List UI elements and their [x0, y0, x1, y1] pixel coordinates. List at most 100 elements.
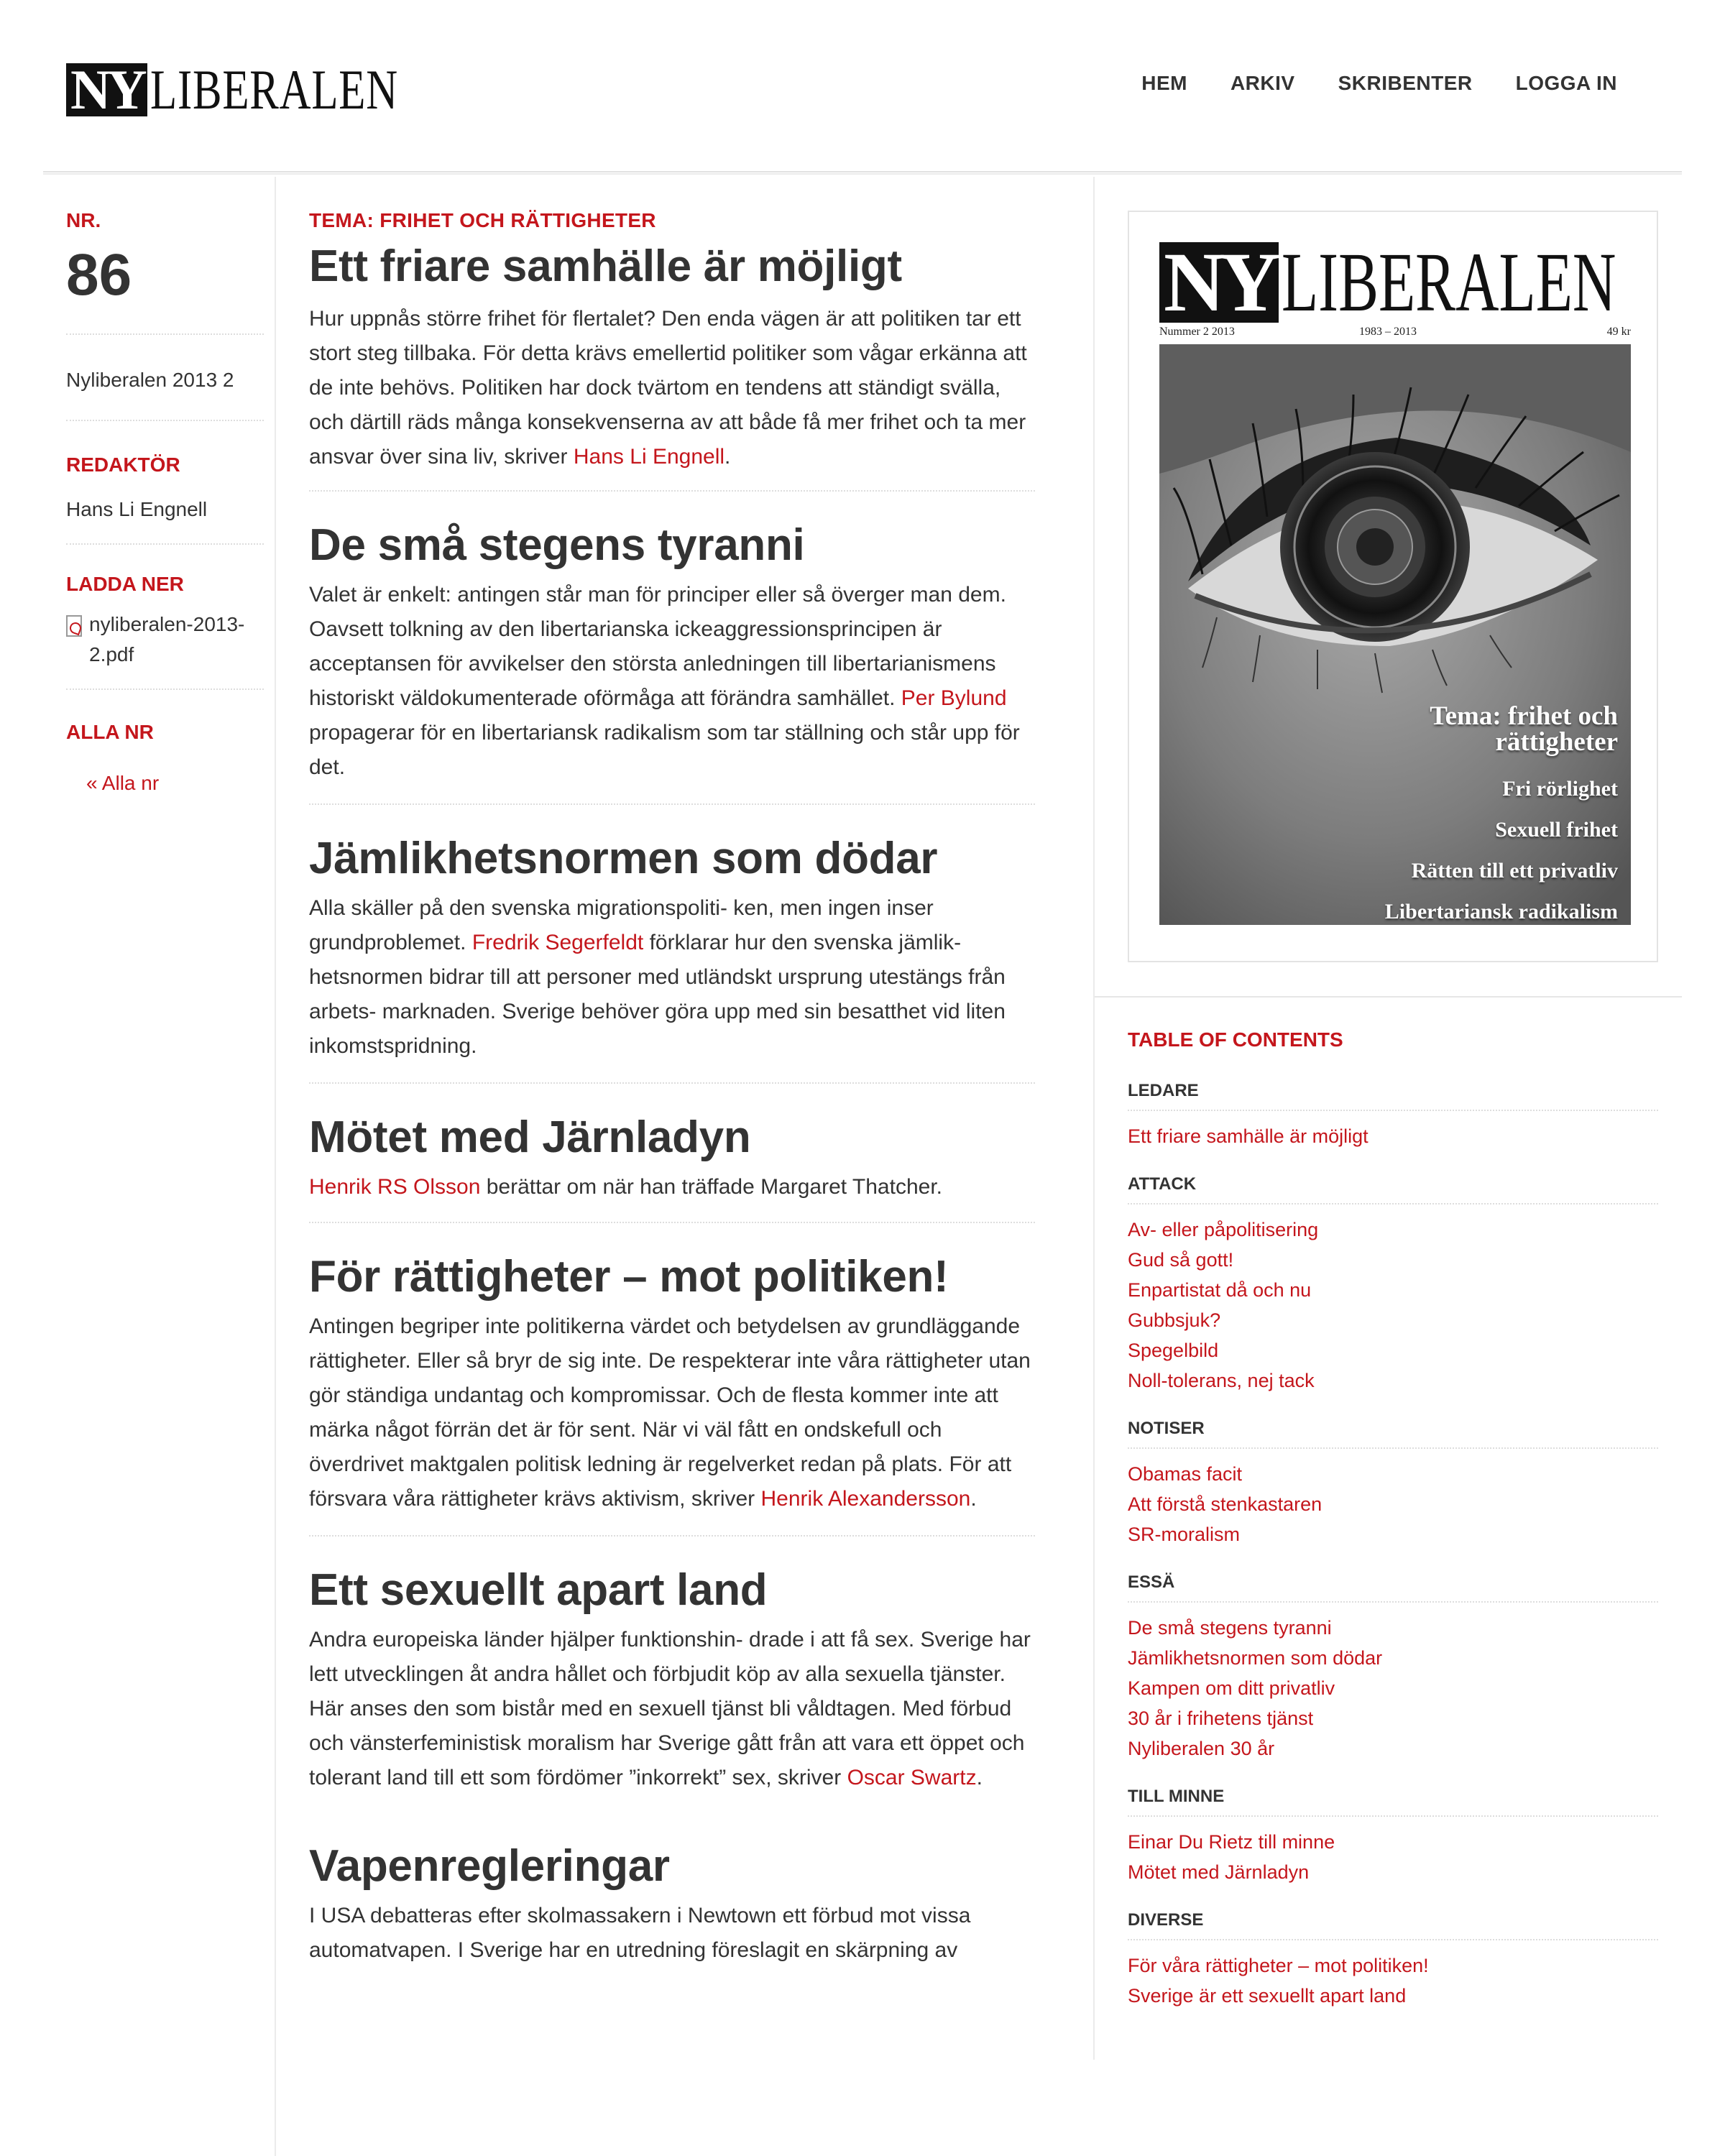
- toc-link[interactable]: Einar Du Rietz till minne: [1128, 1827, 1658, 1857]
- toc-section-links: Ett friare samhälle är möjligt: [1128, 1121, 1658, 1151]
- issue-sidebar: NR. 86 Nyliberalen 2013 2 REDAKTÖR Hans …: [66, 208, 264, 795]
- cover-years: 1983 – 2013: [1359, 326, 1417, 338]
- nav-arkiv[interactable]: ARKIV: [1230, 72, 1295, 95]
- toc-link[interactable]: Nyliberalen 30 år: [1128, 1733, 1658, 1764]
- toc-section-heading: LEDARE: [1128, 1081, 1658, 1111]
- pdf-file-icon: [66, 615, 82, 637]
- logo-wordmark: LIBERALEN: [150, 58, 398, 121]
- article-title[interactable]: Mötet med Järnladyn: [309, 1112, 751, 1162]
- editor-label: REDAKTÖR: [66, 453, 180, 476]
- author-link[interactable]: Oscar Swartz: [847, 1766, 977, 1789]
- article-title[interactable]: För rättigheter – mot politiken!: [309, 1252, 949, 1302]
- cover-logo-ny: NY: [1159, 240, 1280, 325]
- toc-link[interactable]: Enpartistat då och nu: [1128, 1275, 1658, 1305]
- author-link[interactable]: Per Bylund: [901, 686, 1007, 710]
- toc-link[interactable]: Mötet med Järnladyn: [1128, 1857, 1658, 1887]
- pdf-download: nyliberalen-2013-2.pdf: [66, 609, 264, 670]
- excerpt-text: berättar om när han träffade Margaret Th…: [480, 1175, 942, 1199]
- article-excerpt: Hur uppnås större frihet för flertalet? …: [309, 302, 1035, 474]
- article-divider: [309, 1082, 1035, 1084]
- issue-content: TEMA: FRIHET OCH RÄTTIGHETER Ett friare …: [309, 208, 1035, 1968]
- article-summary: Ett sexuellt apart land Andra europeiska…: [309, 1564, 1035, 1795]
- article-excerpt: Henrik RS Olsson berättar om när han trä…: [309, 1170, 1035, 1204]
- pdf-download-link[interactable]: nyliberalen-2013-2.pdf: [89, 609, 264, 670]
- toc-section-heading: NOTISER: [1128, 1419, 1658, 1449]
- toc-link[interactable]: De små stegens tyranni: [1128, 1613, 1658, 1643]
- article-divider: [309, 803, 1035, 805]
- column-divider-right: [1093, 177, 1095, 2060]
- toc-section-links: De små stegens tyranni Jämlikhetsnormen …: [1128, 1613, 1658, 1764]
- toc-section-links: Obamas facit Att förstå stenkastaren SR-…: [1128, 1459, 1658, 1549]
- toc-section-links: Av- eller påpolitisering Gud så gott! En…: [1128, 1215, 1658, 1396]
- editor-name: Hans Li Engnell: [66, 498, 208, 520]
- excerpt-text: .: [976, 1766, 983, 1789]
- toc-section-heading: TILL MINNE: [1128, 1787, 1658, 1817]
- toc-link[interactable]: Noll-tolerans, nej tack: [1128, 1365, 1658, 1396]
- toc-section-links: Einar Du Rietz till minne Mötet med Järn…: [1128, 1827, 1658, 1887]
- toc-link[interactable]: Gud så gott!: [1128, 1245, 1658, 1275]
- toc-section-links: För våra rättigheter – mot politiken! Sv…: [1128, 1950, 1658, 2011]
- main-nav: HEM ARKIV SKRIBENTER LOGGA IN: [1141, 72, 1617, 95]
- toc-link[interactable]: Gubbsjuk?: [1128, 1305, 1658, 1335]
- article-title[interactable]: Jämlikhetsnormen som dödar: [309, 834, 938, 883]
- excerpt-text: Antingen begriper inte politikerna värde…: [309, 1314, 1031, 1511]
- article-summary: Ett friare samhälle är möjligt Hur uppnå…: [309, 240, 1035, 474]
- nav-skribenter[interactable]: SKRIBENTER: [1338, 72, 1473, 95]
- toc-link[interactable]: För våra rättigheter – mot politiken!: [1128, 1950, 1658, 1981]
- toc-link[interactable]: Kampen om ditt privatliv: [1128, 1673, 1658, 1703]
- cover-theme: Tema: frihet och rättigheter: [1385, 701, 1618, 755]
- article-summary: De små stegens tyranni Valet är enkelt: …: [309, 519, 1035, 785]
- article-title[interactable]: De små stegens tyranni: [309, 520, 805, 570]
- excerpt-text: .: [724, 445, 731, 469]
- article-excerpt: Andra europeiska länder hjälper funktion…: [309, 1623, 1035, 1795]
- site-logo[interactable]: NY LIBERALEN: [66, 58, 468, 121]
- author-link[interactable]: Henrik Alexandersson: [761, 1487, 971, 1511]
- issue-number-label: NR.: [66, 209, 101, 231]
- divider: [66, 688, 264, 690]
- issue-cover[interactable]: NY LIBERALEN Nummer 2 2013 1983 – 2013 4…: [1128, 211, 1658, 962]
- all-issues-label: ALLA NR: [66, 721, 154, 743]
- cover-issue: Nummer 2 2013: [1159, 326, 1235, 338]
- toc-link[interactable]: Ett friare samhälle är möjligt: [1128, 1121, 1658, 1151]
- article-title[interactable]: Ett sexuellt apart land: [309, 1565, 768, 1615]
- divider: [66, 543, 264, 545]
- article-title[interactable]: Vapenregleringar: [309, 1841, 670, 1891]
- author-link[interactable]: Henrik RS Olsson: [309, 1175, 480, 1199]
- nav-logga-in[interactable]: LOGGA IN: [1516, 72, 1617, 95]
- toc-link[interactable]: Att förstå stenkastaren: [1128, 1489, 1658, 1519]
- nav-hem[interactable]: HEM: [1141, 72, 1187, 95]
- cover-price: 49 kr: [1606, 326, 1631, 338]
- all-issues-link[interactable]: « Alla nr: [86, 772, 264, 795]
- toc-section-heading: ESSÄ: [1128, 1572, 1658, 1603]
- article-summary: Jämlikhetsnormen som dödar Alla skäller …: [309, 832, 1035, 1064]
- article-divider: [309, 1222, 1035, 1223]
- column-divider-left: [275, 177, 276, 2156]
- article-summary: Vapenregleringar I USA debatteras efter …: [309, 1840, 1035, 1968]
- cover-headline: Sexuell frihet: [1495, 818, 1618, 842]
- toc-link[interactable]: Spegelbild: [1128, 1335, 1658, 1365]
- toc-link[interactable]: Obamas facit: [1128, 1459, 1658, 1489]
- divider: [66, 333, 264, 335]
- author-link[interactable]: Hans Li Engnell: [574, 445, 724, 469]
- toc-title: TABLE OF CONTENTS: [1128, 1028, 1343, 1051]
- article-divider: [309, 490, 1035, 492]
- article-summary: Mötet med Järnladyn Henrik RS Olsson ber…: [309, 1111, 1035, 1204]
- toc-divider: [1095, 996, 1682, 998]
- cover-eye-photo: Tema: frihet och rättigheter Fri rörligh…: [1159, 344, 1631, 925]
- author-link[interactable]: Fredrik Segerfeldt: [472, 931, 643, 954]
- article-title[interactable]: Ett friare samhälle är möjligt: [309, 241, 902, 291]
- divider: [66, 420, 264, 421]
- cover-logo: NY LIBERALEN: [1159, 235, 1725, 329]
- cover-headlines: Tema: frihet och rättigheter Fri rörligh…: [1385, 701, 1618, 925]
- cover-headline: Rätten till ett privatliv: [1411, 859, 1618, 883]
- toc-link[interactable]: 30 år i frihetens tjänst: [1128, 1703, 1658, 1733]
- cover-theme-line: Tema: frihet och: [1430, 701, 1618, 731]
- toc-link[interactable]: SR-moralism: [1128, 1519, 1658, 1549]
- toc-link[interactable]: Jämlikhetsnormen som dödar: [1128, 1643, 1658, 1673]
- issue-number: 86: [66, 242, 132, 308]
- toc-link[interactable]: Sverige är ett sexuellt apart land: [1128, 1981, 1658, 2011]
- logo-ny-mark: NY: [66, 62, 147, 118]
- issue-theme: TEMA: FRIHET OCH RÄTTIGHETER: [309, 209, 656, 231]
- cover-logo-wordmark: LIBERALEN: [1282, 235, 1616, 329]
- toc-link[interactable]: Av- eller påpolitisering: [1128, 1215, 1658, 1245]
